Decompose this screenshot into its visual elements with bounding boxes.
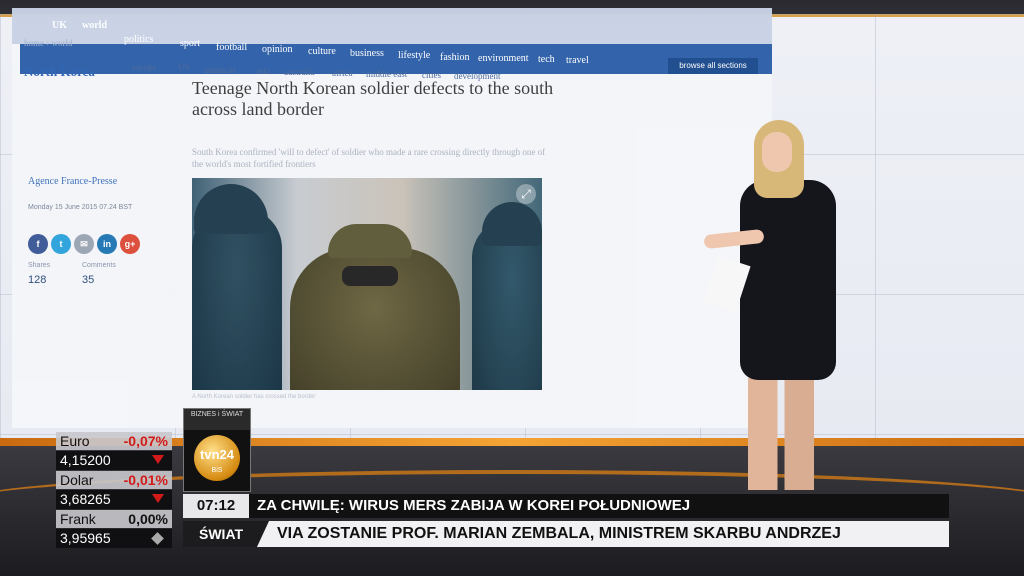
channel-sub-label: BiS <box>211 467 223 474</box>
photo-binoculars <box>342 266 398 286</box>
channel-logo: BIZNES i ŚWIAT tvn24 BiS <box>183 408 251 492</box>
news-ticker: VIA ZOSTANIE PROF. MARIAN ZEMBALA, MINIS… <box>249 521 949 547</box>
subnav-americas[interactable]: americas <box>204 65 236 75</box>
subnav-australia[interactable]: australia <box>284 67 315 77</box>
currency-row-euro: Euro -0,07% 4,15200 <box>56 432 172 471</box>
nav-item-fashion[interactable]: fashion <box>440 52 469 63</box>
down-arrow-icon <box>152 494 164 503</box>
currency-change: -0,07% <box>123 433 168 449</box>
subnav-africa[interactable]: africa <box>332 68 352 78</box>
breadcrumb[interactable]: home › world <box>24 38 73 48</box>
article-dateline: Monday 15 June 2015 07.24 BST <box>28 204 133 211</box>
nav-item-uk[interactable]: UK <box>52 20 67 31</box>
comments-label[interactable]: Comments <box>82 262 116 269</box>
browse-all-sections-button[interactable]: browse all sections <box>668 58 758 74</box>
photo-caption: A North Korean soldier has crossed the b… <box>192 394 316 400</box>
photo-soldier-left <box>192 208 282 390</box>
currency-change: -0,01% <box>123 472 168 488</box>
channel-top-label: BIZNES i ŚWIAT <box>184 409 250 430</box>
shares-label: Shares <box>28 262 51 269</box>
share-buttons: f t ✉ in g+ <box>28 234 143 254</box>
nav-item-sport[interactable]: sport <box>180 38 200 49</box>
article-byline[interactable]: Agence France-Presse <box>28 176 117 187</box>
presenter-face <box>762 132 792 172</box>
subnav-europe[interactable]: europe <box>132 62 157 72</box>
nav-item-world[interactable]: world <box>82 20 107 31</box>
subnav-us[interactable]: US <box>178 62 190 72</box>
tvn24-logo-icon: tvn24 <box>194 435 240 481</box>
nav-item-tech[interactable]: tech <box>538 54 555 65</box>
nav-item-travel[interactable]: travel <box>566 55 589 66</box>
subnav-asia[interactable]: asia <box>256 66 270 76</box>
article-standfirst: South Korea confirmed 'will to defect' o… <box>192 147 546 169</box>
nav-item-lifestyle[interactable]: lifestyle <box>398 50 430 61</box>
photo-helmet-right <box>482 202 542 246</box>
article-headline: Teenage North Korean soldier defects to … <box>192 78 554 119</box>
currency-row-frank: Frank 0,00% 3,95965 <box>56 510 172 549</box>
presenter-dress <box>740 180 836 380</box>
ticker-section-tag: ŚWIAT <box>183 521 269 547</box>
nav-item-opinion[interactable]: opinion <box>262 44 293 55</box>
currency-row-dolar: Dolar -0,01% 3,68265 <box>56 471 172 510</box>
coming-up-bar: ZA CHWILĘ: WIRUS MERS ZABIJA W KOREI POŁ… <box>249 494 949 518</box>
presenter <box>703 120 850 500</box>
facebook-icon[interactable]: f <box>28 234 48 254</box>
currency-change: 0,00% <box>128 511 168 527</box>
down-arrow-icon <box>152 455 164 464</box>
nav-item-politics[interactable]: politics <box>124 34 153 45</box>
nav-item-culture[interactable]: culture <box>308 46 336 57</box>
nav-item-football[interactable]: football <box>216 42 247 53</box>
expand-icon[interactable]: ⤢ <box>516 184 536 204</box>
shares-count: 128 <box>28 274 47 286</box>
photo-helmet-left <box>194 184 268 234</box>
email-icon[interactable]: ✉ <box>74 234 94 254</box>
photo-cap <box>328 224 412 258</box>
clock: 07:12 <box>183 494 249 518</box>
google-plus-icon[interactable]: g+ <box>120 234 140 254</box>
twitter-icon[interactable]: t <box>51 234 71 254</box>
section-title[interactable]: North Korea <box>24 64 95 80</box>
nav-item-business[interactable]: business <box>350 48 384 59</box>
currency-panel: Euro -0,07% 4,15200 Dolar -0,01% 3,68265… <box>56 432 172 549</box>
presenter-legs <box>748 378 814 490</box>
comments-count[interactable]: 35 <box>82 274 94 286</box>
article-photo[interactable]: ⤢ <box>192 178 542 390</box>
linkedin-icon[interactable]: in <box>97 234 117 254</box>
nav-item-environment[interactable]: environment <box>478 53 529 64</box>
projected-article-page: UK world politics sport football opinion… <box>12 8 772 428</box>
